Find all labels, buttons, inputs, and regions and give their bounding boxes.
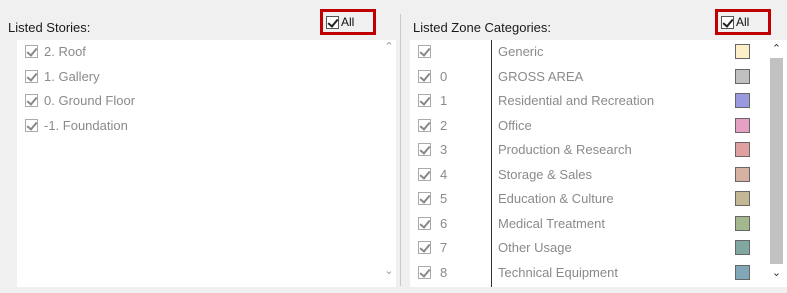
zone-category-checkbox[interactable] — [418, 216, 431, 230]
zone-category-label: Storage & Sales — [498, 166, 592, 182]
story-label: 0. Ground Floor — [44, 93, 136, 108]
color-swatch[interactable] — [735, 240, 750, 255]
story-row[interactable]: 0. Ground Floor — [17, 89, 396, 114]
zone-category-row[interactable]: 6 Medical Treatment — [410, 212, 787, 237]
stories-all-label: All — [341, 15, 355, 29]
color-swatch[interactable] — [735, 166, 750, 182]
story-label: 2. Roof — [44, 44, 86, 59]
color-swatch[interactable] — [735, 215, 750, 231]
story-checkbox[interactable] — [25, 94, 38, 107]
zone-category-label: Medical Treatment — [498, 215, 605, 231]
zone-category-code: 4 — [440, 166, 448, 182]
zone-category-row[interactable]: 4 Storage & Sales — [410, 163, 787, 188]
story-row[interactable]: 1. Gallery — [17, 65, 396, 90]
zone-category-checkbox[interactable] — [418, 192, 431, 205]
zone-category-code: 2 — [440, 117, 448, 133]
scroll-down-icon[interactable]: ⌄ — [383, 264, 395, 277]
story-checkbox[interactable] — [25, 118, 38, 132]
zone-category-code: 5 — [440, 191, 448, 206]
scroll-down-icon[interactable]: ⌄ — [770, 266, 783, 279]
zone-category-checkbox[interactable] — [418, 94, 431, 107]
color-swatch[interactable] — [735, 191, 750, 206]
zone-category-label: Other Usage — [498, 240, 572, 255]
zone-category-row[interactable]: 1 Residential and Recreation — [410, 89, 787, 114]
zone-category-row[interactable]: Generic — [410, 40, 787, 65]
zone-category-checkbox[interactable] — [418, 167, 431, 181]
story-row[interactable]: -1. Foundation — [17, 114, 396, 139]
zone-category-label: Generic — [498, 44, 544, 59]
zone-category-row[interactable]: 2 Office — [410, 114, 787, 139]
color-swatch[interactable] — [735, 68, 750, 84]
zone-category-code: 7 — [440, 240, 448, 255]
listed-stories-panel: Listed Stories: All 2. Roof 1. Gallery 0… — [0, 0, 396, 293]
listed-stories-title: Listed Stories: — [8, 20, 91, 35]
zone-category-label: Office — [498, 117, 532, 133]
story-checkbox[interactable] — [25, 45, 38, 58]
zone-category-checkbox[interactable] — [418, 265, 431, 279]
zone-category-row[interactable]: 8 Technical Equipment — [410, 261, 787, 286]
zone-category-label: Education & Culture — [498, 191, 614, 206]
listed-zone-categories-panel: Listed Zone Categories: All Generic 0 GR… — [400, 0, 787, 293]
zone-category-code: 8 — [440, 264, 448, 280]
story-label: 1. Gallery — [44, 68, 100, 84]
scrollbar-thumb[interactable] — [770, 58, 783, 264]
zone-category-label: GROSS AREA — [498, 68, 584, 84]
zone-category-label: Technical Equipment — [498, 264, 618, 280]
zone-categories-list[interactable]: Generic 0 GROSS AREA 1 Residential and R… — [410, 40, 787, 287]
stories-all-checkbox[interactable]: All — [320, 9, 376, 35]
color-swatch[interactable] — [735, 117, 750, 133]
scroll-up-icon[interactable]: ⌃ — [770, 42, 783, 55]
scroll-up-icon[interactable]: ⌃ — [383, 40, 395, 53]
zone-category-checkbox[interactable] — [418, 118, 431, 132]
zone-category-checkbox[interactable] — [418, 69, 431, 83]
zone-category-checkbox[interactable] — [418, 241, 431, 254]
zone-category-code: 1 — [440, 93, 448, 108]
color-swatch[interactable] — [735, 264, 750, 280]
color-swatch[interactable] — [735, 142, 750, 157]
zone-category-checkbox[interactable] — [418, 143, 431, 156]
story-label: -1. Foundation — [44, 117, 128, 133]
zone-category-code: 6 — [440, 215, 448, 231]
listed-zone-categories-title: Listed Zone Categories: — [413, 20, 552, 35]
story-checkbox[interactable] — [25, 69, 38, 83]
zone-category-row[interactable]: 7 Other Usage — [410, 236, 787, 261]
color-swatch[interactable] — [735, 44, 750, 59]
zone-category-row[interactable]: 0 GROSS AREA — [410, 65, 787, 90]
zone-category-checkbox[interactable] — [418, 45, 431, 58]
stories-list[interactable]: 2. Roof 1. Gallery 0. Ground Floor -1. F… — [17, 40, 396, 287]
zone-categories-all-label: All — [736, 15, 750, 29]
vertical-scrollbar[interactable]: ⌃ ⌄ — [765, 40, 787, 287]
zone-category-code: 0 — [440, 68, 448, 84]
story-row[interactable]: 2. Roof — [17, 40, 396, 65]
zone-category-row[interactable]: 3 Production & Research — [410, 138, 787, 163]
zone-category-label: Residential and Recreation — [498, 93, 655, 108]
zone-categories-all-checkbox[interactable]: All — [715, 9, 771, 35]
zone-category-code: 3 — [440, 142, 448, 157]
color-swatch[interactable] — [735, 93, 750, 108]
checkbox-checked-icon — [326, 15, 339, 29]
zone-category-label: Production & Research — [498, 142, 632, 157]
checkbox-checked-icon — [721, 15, 734, 29]
zone-category-row[interactable]: 5 Education & Culture — [410, 187, 787, 212]
